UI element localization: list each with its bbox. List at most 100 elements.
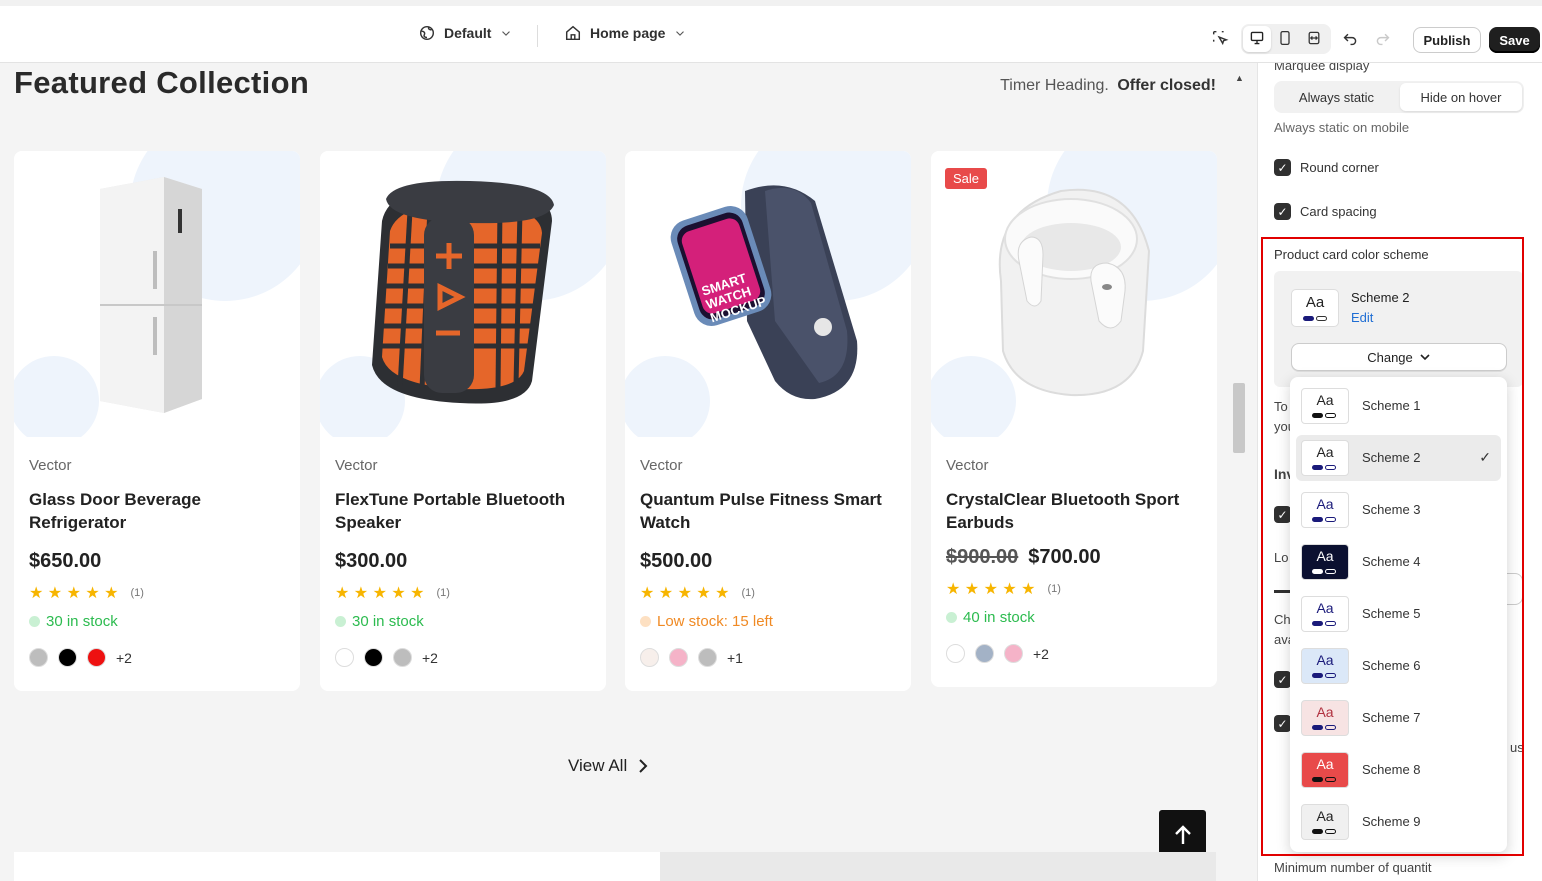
- color-scheme-picker: Aa Scheme 2 Edit Change: [1274, 271, 1523, 387]
- swatch[interactable]: [640, 648, 659, 667]
- undo-icon[interactable]: [1337, 25, 1363, 51]
- redo-icon[interactable]: [1369, 25, 1395, 51]
- product-card[interactable]: Sale Vector CrystalClear Bluetooth Sport…: [931, 151, 1217, 687]
- hidden-checkbox[interactable]: ✓: [1274, 671, 1291, 688]
- product-vendor: Vector: [335, 457, 378, 474]
- scheme-pill: [1312, 725, 1323, 730]
- swatch[interactable]: [393, 648, 412, 667]
- partial-text: us: [1510, 740, 1524, 755]
- product-title[interactable]: FlexTune Portable Bluetooth Speaker: [335, 488, 591, 534]
- product-title[interactable]: CrystalClear Bluetooth Sport Earbuds: [946, 488, 1202, 534]
- chevron-down-icon: [502, 31, 511, 36]
- fullscreen-icon[interactable]: [1301, 25, 1327, 51]
- swatch[interactable]: [335, 648, 354, 667]
- inspector-icon[interactable]: [1207, 25, 1233, 51]
- scheme-pill: [1312, 777, 1323, 782]
- price-value: $700.00: [1028, 546, 1101, 568]
- always-static-option[interactable]: Always static: [1274, 81, 1399, 113]
- swatch[interactable]: [364, 648, 383, 667]
- desktop-icon[interactable]: [1244, 25, 1270, 51]
- scheme-option-label: Scheme 7: [1362, 710, 1421, 725]
- scheme-swatch-text: Aa: [1316, 392, 1334, 408]
- product-image[interactable]: [14, 151, 300, 437]
- scheme-swatch-text: Aa: [1316, 808, 1334, 824]
- change-label: Change: [1367, 349, 1413, 365]
- partial-text: Minimum number of quantit: [1274, 860, 1432, 875]
- scrollbar-thumb[interactable]: [1233, 383, 1245, 453]
- swatch[interactable]: [29, 648, 48, 667]
- preview-scrollbar[interactable]: ▲: [1231, 63, 1257, 881]
- hidden-input[interactable]: [1506, 573, 1523, 605]
- scheme-option[interactable]: Aa Scheme 4: [1296, 539, 1501, 585]
- scheme-option[interactable]: Aa Scheme 9: [1296, 799, 1501, 845]
- swatch[interactable]: [669, 648, 688, 667]
- page-selector[interactable]: Home page: [564, 24, 687, 42]
- hidden-checkbox[interactable]: ✓: [1274, 715, 1291, 732]
- stock-status: 30 in stock: [335, 613, 591, 630]
- more-swatches[interactable]: +2: [1033, 646, 1049, 662]
- section-title: Featured Collection: [14, 65, 310, 100]
- round-corner-checkbox[interactable]: ✓: [1274, 159, 1291, 176]
- scheme-swatch: Aa: [1301, 700, 1349, 736]
- view-all-label: View All: [568, 756, 628, 775]
- marquee-help-text: Always static on mobile: [1274, 120, 1410, 135]
- stars-icon: ★ ★ ★ ★ ★: [29, 585, 119, 602]
- round-corner-label: Round corner: [1300, 160, 1379, 175]
- hidden-checkbox[interactable]: ✓: [1274, 506, 1291, 523]
- swatch[interactable]: [1004, 644, 1023, 663]
- more-swatches[interactable]: +2: [116, 650, 132, 666]
- publish-button[interactable]: Publish: [1413, 27, 1481, 53]
- scheme-option[interactable]: Aa Scheme 7: [1296, 695, 1501, 741]
- scheme-swatch: Aa: [1301, 440, 1349, 476]
- product-title[interactable]: Glass Door Beverage Refrigerator: [29, 488, 285, 534]
- swatch[interactable]: [87, 648, 106, 667]
- product-card[interactable]: Vector Glass Door Beverage Refrigerator …: [14, 151, 300, 691]
- scheme-option[interactable]: Aa Scheme 5: [1296, 591, 1501, 637]
- theme-label: Default: [444, 25, 492, 41]
- scheme-swatch: Aa: [1301, 752, 1349, 788]
- save-button[interactable]: Save: [1489, 27, 1540, 53]
- stock-text: Low stock: 15 left: [657, 613, 773, 630]
- product-card[interactable]: SMART WATCH MOCKUP Vector Quantum Pulse …: [625, 151, 911, 691]
- swatch[interactable]: [975, 644, 994, 663]
- more-swatches[interactable]: +1: [727, 650, 743, 666]
- scheme-option[interactable]: Aa Scheme 8: [1296, 747, 1501, 793]
- scheme-option-label: Scheme 5: [1362, 606, 1421, 621]
- mobile-icon[interactable]: [1272, 25, 1298, 51]
- view-all-link[interactable]: View All: [568, 756, 649, 776]
- card-spacing-checkbox[interactable]: ✓: [1274, 203, 1291, 220]
- scheme-pill: [1303, 316, 1314, 321]
- swatch[interactable]: [58, 648, 77, 667]
- color-scheme-label: Product card color scheme: [1274, 247, 1429, 262]
- more-swatches[interactable]: +2: [422, 650, 438, 666]
- product-price: $500.00: [640, 550, 896, 573]
- scheme-swatch-text: Aa: [1316, 652, 1334, 668]
- scroll-up-icon[interactable]: ▲: [1235, 73, 1244, 83]
- scheme-swatch: Aa: [1301, 544, 1349, 580]
- change-scheme-button[interactable]: Change: [1291, 343, 1507, 371]
- scheme-option[interactable]: Aa Scheme 2 ✓: [1296, 435, 1501, 481]
- marquee-label: Marquee display: [1274, 63, 1370, 73]
- scheme-swatch: Aa: [1301, 492, 1349, 528]
- product-image[interactable]: Sale: [931, 151, 1217, 437]
- product-image[interactable]: [320, 151, 606, 437]
- scheme-pill: [1312, 465, 1323, 470]
- scheme-option[interactable]: Aa Scheme 6: [1296, 643, 1501, 689]
- stock-text: 40 in stock: [963, 609, 1035, 626]
- product-image[interactable]: SMART WATCH MOCKUP: [625, 151, 911, 437]
- scheme-option[interactable]: Aa Scheme 1: [1296, 383, 1501, 429]
- theme-selector[interactable]: Default: [418, 24, 513, 42]
- swatch[interactable]: [946, 644, 965, 663]
- color-scheme-dropdown: Aa Scheme 1 Aa Scheme 2 ✓ Aa Scheme 3 Aa Scheme …: [1290, 377, 1507, 852]
- price-value: $300.00: [335, 550, 408, 572]
- product-card[interactable]: Vector FlexTune Portable Bluetooth Speak…: [320, 151, 606, 691]
- swatch[interactable]: [698, 648, 717, 667]
- edit-scheme-link[interactable]: Edit: [1351, 310, 1373, 325]
- scheme-swatch-text: Aa: [1316, 704, 1334, 720]
- price-value: $650.00: [29, 550, 102, 572]
- product-price: $900.00 $700.00: [946, 546, 1202, 569]
- scheme-swatch-text: Aa: [1316, 756, 1334, 772]
- scheme-option[interactable]: Aa Scheme 3: [1296, 487, 1501, 533]
- hide-on-hover-option[interactable]: Hide on hover: [1400, 83, 1522, 111]
- product-title[interactable]: Quantum Pulse Fitness Smart Watch: [640, 488, 896, 534]
